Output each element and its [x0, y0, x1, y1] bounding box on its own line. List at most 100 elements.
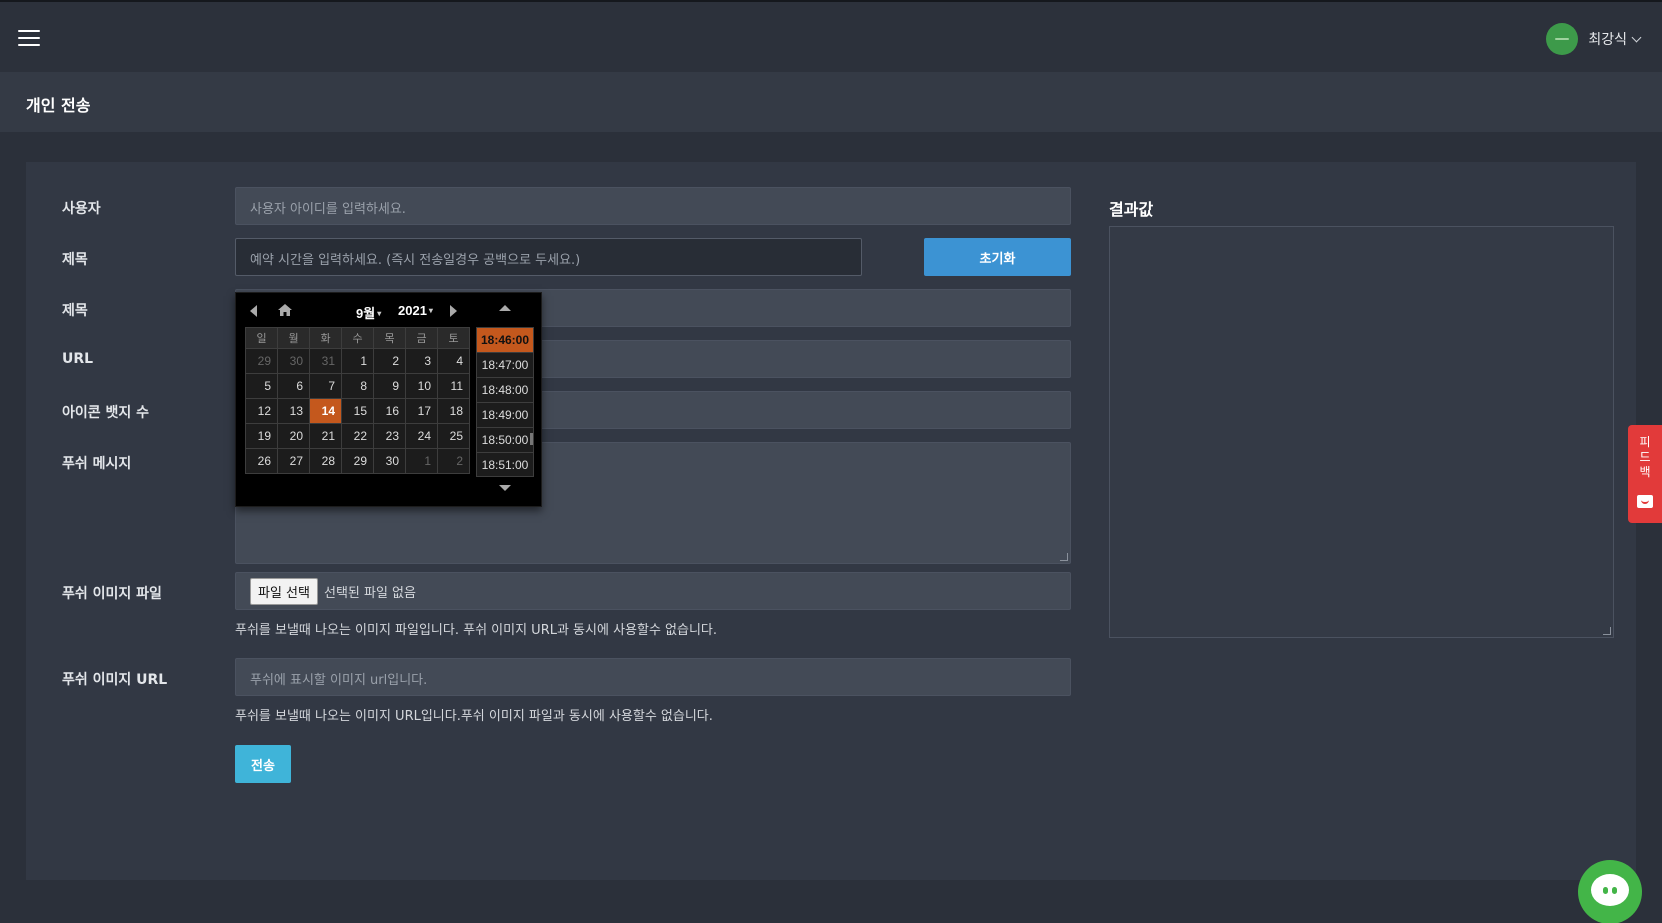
reset-button[interactable]: 초기화 — [924, 238, 1071, 276]
calendar-week: 5 6 7 8 9 10 11 — [245, 373, 470, 399]
calendar-day[interactable]: 13 — [277, 398, 310, 424]
page-title: 개인 전송 — [26, 96, 91, 115]
calendar-day[interactable]: 31 — [309, 348, 342, 374]
hamburger-menu-icon[interactable] — [18, 30, 40, 48]
calendar-day[interactable]: 2 — [437, 448, 470, 474]
calendar-day[interactable]: 29 — [341, 448, 374, 474]
calendar-day[interactable]: 12 — [245, 398, 278, 424]
calendar-day[interactable]: 1 — [341, 348, 374, 374]
weekday-header: 수 — [341, 327, 374, 349]
calendar-week: 12 13 14 15 16 17 18 — [245, 398, 470, 424]
calendar-day[interactable]: 3 — [405, 348, 438, 374]
feedback-char: 백 — [1639, 465, 1651, 479]
weekday-header: 일 — [245, 327, 278, 349]
calendar-day[interactable]: 20 — [277, 423, 310, 449]
image-url-label: 푸쉬 이미지 URL — [62, 672, 168, 688]
calendar-day[interactable]: 24 — [405, 423, 438, 449]
calendar-day[interactable]: 23 — [373, 423, 406, 449]
calendar-day[interactable]: 1 — [405, 448, 438, 474]
calendar-day[interactable]: 18 — [437, 398, 470, 424]
calendar-day[interactable]: 11 — [437, 373, 470, 399]
time-option[interactable]: 18:51:00 — [477, 453, 533, 476]
image-file-field: 파일 선택 선택된 파일 없음 — [235, 572, 1071, 610]
feedback-label: 피드백 — [1628, 435, 1662, 480]
feedback-tab[interactable]: 피드백 — [1628, 425, 1662, 523]
calendar-day[interactable]: 4 — [437, 348, 470, 374]
calendar-day[interactable]: 5 — [245, 373, 278, 399]
calendar-day[interactable]: 22 — [341, 423, 374, 449]
chat-bubble-icon — [1591, 874, 1629, 906]
file-status: 선택된 파일 없음 — [323, 585, 416, 601]
calendar-day[interactable]: 17 — [405, 398, 438, 424]
calendar-day[interactable]: 6 — [277, 373, 310, 399]
weekday-header: 토 — [437, 327, 470, 349]
calendar-week: 26 27 28 29 30 1 2 — [245, 448, 470, 474]
calendar-day[interactable]: 28 — [309, 448, 342, 474]
time-option[interactable]: 18:48:00 — [477, 378, 533, 403]
image-file-label: 푸쉬 이미지 파일 — [62, 586, 162, 602]
calendar-day[interactable]: 21 — [309, 423, 342, 449]
page-header: 개인 전송 — [0, 72, 1662, 132]
calendar-day[interactable]: 10 — [405, 373, 438, 399]
result-title: 결과값 — [1109, 200, 1154, 219]
schedule-label: 제목 — [62, 252, 88, 268]
result-textarea[interactable] — [1109, 226, 1614, 638]
weekday-header: 목 — [373, 327, 406, 349]
weekday-header: 월 — [277, 327, 310, 349]
time-up-icon[interactable] — [499, 305, 511, 311]
resize-handle-icon[interactable] — [1603, 627, 1611, 635]
user-menu[interactable]: 최강식 — [1546, 22, 1642, 56]
push-form: 사용자 사용자 아이디를 입력하세요. 제목 예약 시간을 입력하세요. (즉시… — [26, 162, 1106, 880]
time-option[interactable]: 18:47:00 — [477, 353, 533, 378]
calendar-day[interactable]: 15 — [341, 398, 374, 424]
choose-file-button[interactable]: 파일 선택 — [250, 577, 318, 605]
image-file-help: 푸쉬를 보낼때 나오는 이미지 파일입니다. 푸쉬 이미지 URL과 동시에 사… — [235, 623, 718, 638]
time-scrollbar[interactable] — [530, 433, 533, 445]
calendar-day[interactable]: 9 — [373, 373, 406, 399]
image-url-help: 푸쉬를 보낼때 나오는 이미지 URL입니다.푸쉬 이미지 파일과 동시에 사용… — [235, 709, 713, 724]
calendar-day[interactable]: 7 — [309, 373, 342, 399]
top-navbar: 최강식 — [0, 2, 1662, 72]
year-select[interactable]: 2021 ▾ — [398, 303, 433, 318]
calendar-week: 29 30 31 1 2 3 4 — [245, 348, 470, 374]
title-label: 제목 — [62, 303, 88, 319]
calendar-week: 19 20 21 22 23 24 25 — [245, 423, 470, 449]
calendar-day-selected[interactable]: 14 — [309, 398, 342, 424]
calendar-day[interactable]: 30 — [277, 348, 310, 374]
home-icon[interactable] — [278, 303, 292, 321]
smile-icon — [1637, 495, 1653, 508]
time-option[interactable]: 18:50:00 — [477, 428, 533, 453]
send-button[interactable]: 전송 — [235, 745, 291, 783]
next-month-icon[interactable] — [450, 305, 457, 317]
time-option[interactable]: 18:49:00 — [477, 403, 533, 428]
time-down-icon[interactable] — [499, 485, 511, 491]
user-input[interactable]: 사용자 아이디를 입력하세요. — [235, 187, 1071, 225]
badge-label: 아이콘 뱃지 수 — [62, 405, 150, 421]
user-name: 최강식 — [1588, 32, 1627, 48]
schedule-time-input[interactable]: 예약 시간을 입력하세요. (즉시 전송일경우 공백으로 두세요.) — [235, 238, 862, 276]
calendar-day[interactable]: 25 — [437, 423, 470, 449]
time-list[interactable]: 18:46:00 18:47:00 18:48:00 18:49:00 18:50:00… — [476, 327, 534, 477]
calendar-day[interactable]: 16 — [373, 398, 406, 424]
calendar-day[interactable]: 29 — [245, 348, 278, 374]
calendar-day[interactable]: 8 — [341, 373, 374, 399]
time-option-selected[interactable]: 18:46:00 — [477, 328, 533, 353]
prev-month-icon[interactable] — [250, 305, 257, 317]
calendar-day[interactable]: 26 — [245, 448, 278, 474]
datepicker-nav: 9월 ▾ 2021 ▾ — [244, 301, 464, 321]
feedback-char: 피 — [1639, 435, 1651, 449]
calendar-day[interactable]: 27 — [277, 448, 310, 474]
url-label: URL — [62, 351, 94, 367]
month-select[interactable]: 9월 ▾ — [356, 303, 381, 322]
resize-handle-icon[interactable] — [1060, 553, 1068, 561]
calendar-day[interactable]: 30 — [373, 448, 406, 474]
chat-button[interactable] — [1578, 860, 1642, 923]
time-picker: 18:46:00 18:47:00 18:48:00 18:49:00 18:50:00… — [476, 301, 534, 497]
form-card: 사용자 사용자 아이디를 입력하세요. 제목 예약 시간을 입력하세요. (즉시… — [26, 162, 1636, 880]
datetime-picker: 9월 ▾ 2021 ▾ 일월화수목금토 29 30 31 1 2 3 4 5 6 7 8 9 10 11 12 1… — [235, 292, 542, 507]
image-url-input[interactable]: 푸쉬에 표시할 이미지 url입니다. — [235, 658, 1071, 696]
weekday-header: 화 — [309, 327, 342, 349]
calendar-day[interactable]: 2 — [373, 348, 406, 374]
calendar-day[interactable]: 19 — [245, 423, 278, 449]
message-label: 푸쉬 메시지 — [62, 456, 132, 472]
